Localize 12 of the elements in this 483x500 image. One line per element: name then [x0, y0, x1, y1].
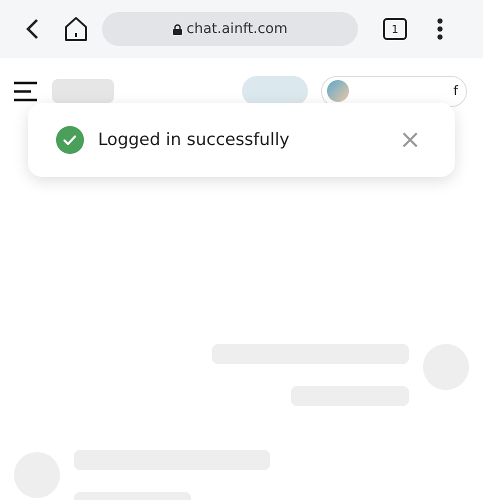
back-icon[interactable] — [25, 18, 39, 40]
avatar — [327, 80, 349, 102]
home-icon[interactable] — [64, 16, 88, 42]
address-bar[interactable]: chat.ainft.com — [102, 12, 358, 46]
logo-placeholder — [52, 79, 114, 103]
toast-message: Logged in successfully — [98, 130, 290, 150]
check-circle-icon — [56, 126, 84, 154]
menu-icon[interactable] — [14, 80, 37, 102]
more-menu-icon[interactable] — [437, 18, 443, 40]
lock-icon — [172, 24, 182, 34]
tab-count-button[interactable]: 1 — [383, 18, 407, 40]
url-text: chat.ainft.com — [186, 21, 288, 37]
